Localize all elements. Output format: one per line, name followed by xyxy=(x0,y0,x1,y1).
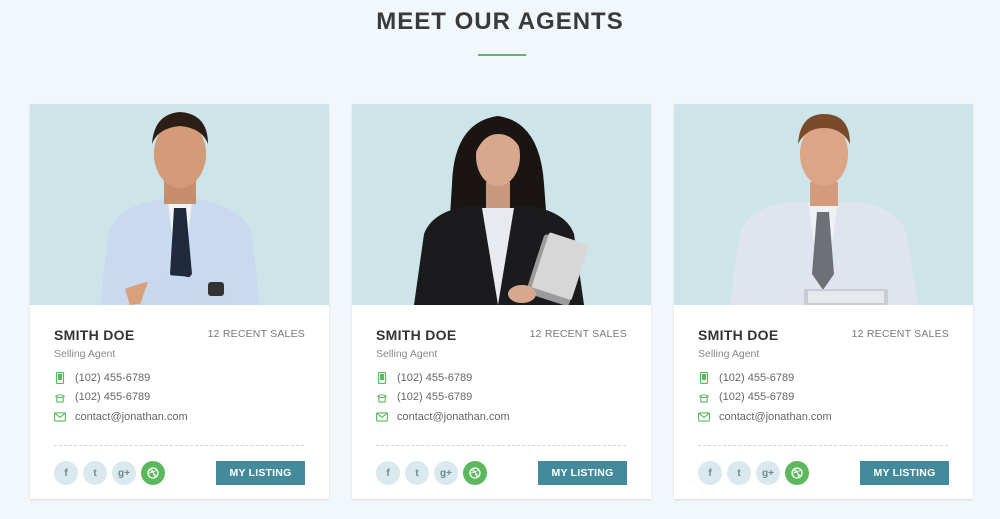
my-listing-button[interactable]: MY LISTING xyxy=(538,461,627,485)
email-link[interactable]: contact@jonathan.com xyxy=(397,411,510,423)
phone-number: (102) 455-6789 xyxy=(75,391,151,403)
envelope-icon xyxy=(54,411,66,423)
telephone-icon xyxy=(698,391,710,403)
contact-email[interactable]: contact@jonathan.com xyxy=(376,411,510,423)
agent-card: SMITH DOE 12 RECENT SALES Selling Agent … xyxy=(30,104,329,499)
divider xyxy=(54,445,304,446)
agent-card: SMITH DOE 12 RECENT SALES Selling Agent … xyxy=(674,104,973,499)
agent-name: SMITH DOE xyxy=(376,327,457,343)
contact-phone: (102) 455-6789 xyxy=(54,391,150,403)
mobile-number: (102) 455-6789 xyxy=(719,372,795,384)
phone-number: (102) 455-6789 xyxy=(719,391,795,403)
dribbble-icon[interactable] xyxy=(785,461,809,485)
mobile-number: (102) 455-6789 xyxy=(397,372,473,384)
my-listing-button[interactable]: MY LISTING xyxy=(216,461,305,485)
contact-phone: (102) 455-6789 xyxy=(376,391,472,403)
twitter-icon[interactable]: t xyxy=(83,461,107,485)
dribbble-icon[interactable] xyxy=(463,461,487,485)
agent-photo xyxy=(352,104,651,305)
facebook-icon[interactable]: f xyxy=(698,461,722,485)
contact-mobile: (102) 455-6789 xyxy=(698,372,794,384)
contact-mobile: (102) 455-6789 xyxy=(54,372,150,384)
google-plus-icon[interactable]: g+ xyxy=(434,461,458,485)
google-plus-icon[interactable]: g+ xyxy=(756,461,780,485)
social-links: f t g+ xyxy=(376,461,487,485)
email-link[interactable]: contact@jonathan.com xyxy=(75,411,188,423)
title-underline xyxy=(478,54,526,56)
envelope-icon xyxy=(698,411,710,423)
contact-email[interactable]: contact@jonathan.com xyxy=(54,411,188,423)
telephone-icon xyxy=(54,391,66,403)
contact-phone: (102) 455-6789 xyxy=(698,391,794,403)
social-links: f t g+ xyxy=(54,461,165,485)
dribbble-icon[interactable] xyxy=(141,461,165,485)
mobile-number: (102) 455-6789 xyxy=(75,372,151,384)
agent-role: Selling Agent xyxy=(54,348,116,360)
phone-number: (102) 455-6789 xyxy=(397,391,473,403)
agent-role: Selling Agent xyxy=(698,348,760,360)
agent-card: SMITH DOE 12 RECENT SALES Selling Agent … xyxy=(352,104,651,499)
envelope-icon xyxy=(376,411,388,423)
my-listing-button[interactable]: MY LISTING xyxy=(860,461,949,485)
telephone-icon xyxy=(376,391,388,403)
section-title: MEET OUR AGENTS xyxy=(376,8,624,35)
agents-grid: SMITH DOE 12 RECENT SALES Selling Agent … xyxy=(30,104,975,499)
recent-sales: 12 RECENT SALES xyxy=(529,328,627,340)
mobile-phone-icon xyxy=(54,372,66,384)
twitter-icon[interactable]: t xyxy=(727,461,751,485)
agent-photo xyxy=(674,104,973,305)
mobile-phone-icon xyxy=(376,372,388,384)
twitter-icon[interactable]: t xyxy=(405,461,429,485)
social-links: f t g+ xyxy=(698,461,809,485)
agent-name: SMITH DOE xyxy=(54,327,135,343)
recent-sales: 12 RECENT SALES xyxy=(207,328,305,340)
agent-photo xyxy=(30,104,329,305)
email-link[interactable]: contact@jonathan.com xyxy=(719,411,832,423)
facebook-icon[interactable]: f xyxy=(376,461,400,485)
divider xyxy=(698,445,948,446)
recent-sales: 12 RECENT SALES xyxy=(851,328,949,340)
agent-name: SMITH DOE xyxy=(698,327,779,343)
facebook-icon[interactable]: f xyxy=(54,461,78,485)
agent-role: Selling Agent xyxy=(376,348,438,360)
mobile-phone-icon xyxy=(698,372,710,384)
divider xyxy=(376,445,626,446)
contact-mobile: (102) 455-6789 xyxy=(376,372,472,384)
google-plus-icon[interactable]: g+ xyxy=(112,461,136,485)
contact-email[interactable]: contact@jonathan.com xyxy=(698,411,832,423)
